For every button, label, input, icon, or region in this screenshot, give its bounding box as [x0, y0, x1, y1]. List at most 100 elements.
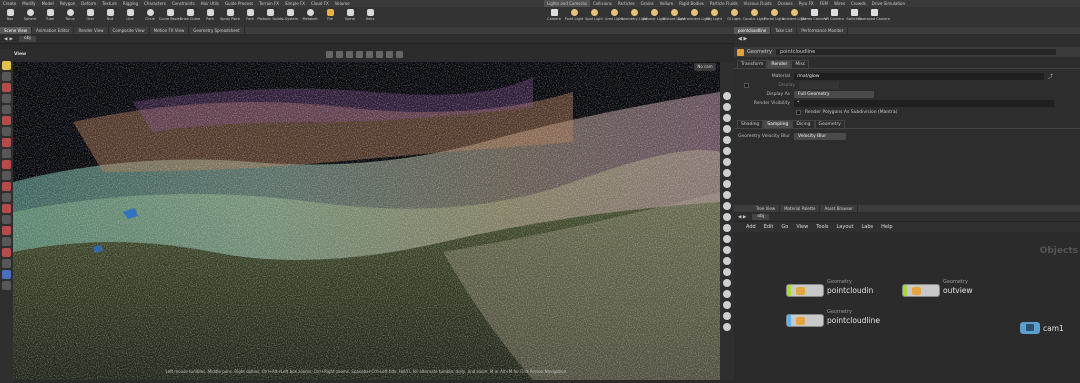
back-icon[interactable]: ◀ ▶ — [738, 215, 746, 220]
shelf-tool-torus[interactable]: Torus — [60, 7, 80, 27]
shelf-tool-tube[interactable]: Tube — [40, 7, 60, 27]
display-option-icon[interactable] — [366, 50, 374, 58]
node-cam1[interactable]: cam1 — [1020, 322, 1064, 334]
shelf-tool-circle[interactable]: Circle — [140, 7, 160, 27]
display-option-icon[interactable] — [396, 50, 404, 58]
tool-icon[interactable] — [2, 281, 11, 290]
node-body[interactable]: Geometry — [902, 279, 968, 297]
shelf-tab[interactable]: Terrain FX — [256, 0, 282, 7]
back-icon[interactable]: ◀ — [4, 37, 7, 42]
tab-composite-view[interactable]: Composite View — [109, 27, 150, 34]
shelf-tab[interactable]: Modify — [19, 0, 38, 7]
shelf-tab[interactable]: Crowds — [848, 0, 869, 7]
network-editor[interactable]: Add Edit Go View Tools Layout Labs Help … — [734, 222, 1080, 383]
shelf-tab[interactable]: Particle Fluids — [707, 0, 741, 7]
shelf-tab[interactable]: Guide Process — [222, 0, 256, 7]
tool-icon[interactable] — [2, 193, 11, 202]
tool-icon[interactable] — [2, 226, 11, 235]
tab-performance-monitor[interactable]: Performance Monitor — [797, 27, 849, 34]
move-tool-icon[interactable] — [2, 83, 11, 92]
display-option-icon[interactable] — [336, 50, 344, 58]
display-option-icon[interactable] — [723, 147, 731, 155]
pose-tool-icon[interactable] — [2, 127, 11, 136]
display-as-dropdown[interactable]: Full Geometry — [794, 91, 874, 98]
node-body[interactable]: Geometry — [786, 309, 852, 327]
back-icon[interactable]: ◀ ▶ — [738, 36, 747, 42]
shelf-tab[interactable]: Particles — [615, 0, 638, 7]
shelf-tab[interactable]: Characters — [141, 0, 169, 7]
display-flag[interactable] — [787, 315, 791, 326]
magnet-tool-icon[interactable] — [2, 160, 11, 169]
display-option-icon[interactable] — [326, 50, 334, 58]
shelf-tab[interactable]: Drive Simulation — [869, 0, 908, 7]
display-option-icon[interactable] — [723, 235, 731, 243]
shelf-tab[interactable]: Vellum — [657, 0, 677, 7]
tab-asset-browser[interactable]: Asset Browser — [820, 205, 858, 212]
shelf-tool-path[interactable]: Path — [200, 7, 220, 27]
shelf-tool-gamepad-camera[interactable]: Gamepad Camera — [858, 7, 890, 27]
shelf-tab[interactable]: Oceans — [775, 0, 796, 7]
rotate-tool-icon[interactable] — [2, 94, 11, 103]
tab-shading[interactable]: Shading — [737, 120, 764, 128]
menu-tools[interactable]: Tools — [812, 222, 832, 232]
shelf-tab[interactable]: Rigging — [120, 0, 141, 7]
shelf-tool-file[interactable]: File — [320, 7, 340, 27]
shelf-tool-stereo-camera[interactable]: Stereo Camera — [801, 7, 827, 27]
shelf-tool-null[interactable]: Null — [100, 7, 120, 27]
display-option-icon[interactable] — [723, 246, 731, 254]
shelf-tab[interactable]: Volume — [332, 0, 353, 7]
shelf-tab[interactable]: Pyro FX — [796, 0, 817, 7]
tab-geometry-spreadsheet[interactable]: Geometry Spreadsheet — [189, 27, 245, 34]
tab-take-list[interactable]: Take List — [771, 27, 798, 34]
display-option-icon[interactable] — [723, 312, 731, 320]
display-option-icon[interactable] — [723, 257, 731, 265]
tab-render-view[interactable]: Render View — [74, 27, 109, 34]
shelf-tool-draw-curve[interactable]: Draw Curve — [180, 7, 200, 27]
display-option-icon[interactable] — [386, 50, 394, 58]
display-option-icon[interactable] — [723, 114, 731, 122]
shelf-tab[interactable]: Viscous Fluids — [741, 0, 775, 7]
shelf-tab[interactable]: Lights and Cameras — [544, 0, 590, 7]
shelf-tool-grid[interactable]: Grid — [80, 7, 100, 27]
display-option-icon[interactable] — [346, 50, 354, 58]
shelf-tool-geometry-light[interactable]: Geometry Light — [620, 7, 648, 27]
scale-tool-icon[interactable] — [2, 105, 11, 114]
tab-dicing[interactable]: Dicing — [792, 120, 815, 128]
brush-tool-icon[interactable] — [2, 138, 11, 147]
display-option-icon[interactable] — [723, 92, 731, 100]
material-field[interactable]: /mat/glow — [794, 73, 1044, 80]
tab-sampling[interactable]: Sampling — [763, 120, 793, 128]
menu-go[interactable]: Go — [777, 222, 792, 232]
tab-misc[interactable]: Misc — [791, 60, 810, 68]
shelf-tab[interactable]: FEM — [817, 0, 831, 7]
path-obj[interactable]: obj — [18, 36, 36, 42]
menu-help[interactable]: Help — [877, 222, 896, 232]
shelf-tool-sphere[interactable]: Sphere — [20, 7, 40, 27]
shelf-tab[interactable]: Collisions — [590, 0, 615, 7]
tool-icon[interactable] — [2, 182, 11, 191]
velocity-blur-dropdown[interactable]: Velocity Blur — [794, 133, 846, 140]
display-option-icon[interactable] — [723, 169, 731, 177]
shelf-tool-camera[interactable]: Camera — [544, 7, 564, 27]
tab-motion-fx-view[interactable]: Motion FX View — [150, 27, 190, 34]
shelf-tool-vr-camera[interactable]: VR Camera — [824, 7, 844, 27]
shelf-tab[interactable]: Rigid Bodies — [676, 0, 707, 7]
display-option-icon[interactable] — [723, 213, 731, 221]
tool-icon[interactable] — [2, 237, 11, 246]
display-option-icon[interactable] — [723, 202, 731, 210]
shelf-tab[interactable]: Wires — [831, 0, 848, 7]
tab-scene-view[interactable]: Scene View — [0, 27, 32, 34]
tool-icon[interactable] — [2, 259, 11, 268]
render-visibility-field[interactable]: * — [794, 100, 1054, 107]
display-option-icon[interactable] — [723, 158, 731, 166]
tab-tree-view[interactable]: Tree View — [734, 205, 781, 212]
tab-parameters[interactable]: pointcloudline — [734, 27, 772, 34]
display-option-icon[interactable] — [723, 103, 731, 111]
shelf-tab[interactable]: Deform — [78, 0, 99, 7]
shelf-tool-lsystem[interactable]: L-System — [280, 7, 300, 27]
snap-tool-icon[interactable] — [2, 149, 11, 158]
node-name-field[interactable]: pointcloudline — [775, 49, 1056, 55]
node-body[interactable]: Geometry — [786, 279, 852, 297]
shelf-tab[interactable]: Polygon — [57, 0, 79, 7]
shelf-tab[interactable]: Cloud FX — [308, 0, 332, 7]
